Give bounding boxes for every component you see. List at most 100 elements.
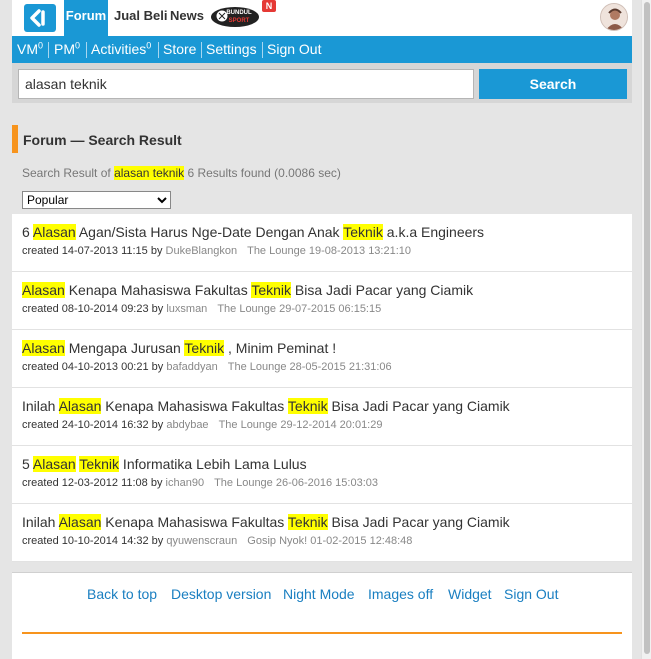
footer-link-desktop-version[interactable]: Desktop version (171, 586, 271, 602)
result-created: created 04-10-2013 00:21 by (22, 361, 164, 373)
title-accent-bar (12, 125, 18, 153)
result-title-link[interactable]: Inilah Alasan Kenapa Mahasiswa Fakultas … (22, 514, 510, 530)
result-meta: created 04-10-2013 00:21 by bafaddyan The… (22, 361, 392, 373)
summary-query: alasan teknik (114, 166, 185, 180)
summary-prefix: Search Result of (22, 166, 111, 180)
scrollbar-thumb[interactable] (644, 2, 650, 654)
result-forum-date[interactable]: The Lounge 29-12-2014 20:01:29 (219, 419, 383, 431)
result-row: Inilah Alasan Kenapa Mahasiswa Fakultas … (12, 504, 632, 562)
scrollbar[interactable] (641, 0, 651, 659)
title-text: , Minim Peminat ! (224, 340, 337, 356)
nav-vm-label: VM (17, 41, 38, 57)
summary-suffix: 6 Results found (0.0086 sec) (187, 166, 341, 180)
result-row: Inilah Alasan Kenapa Mahasiswa Fakultas … (12, 388, 632, 446)
title-text: Agan/Sista Harus Nge-Date Dengan Anak (75, 224, 344, 240)
nav-activities-label: Activities (91, 41, 147, 57)
nav-store[interactable]: Store (163, 36, 196, 63)
title-text: 5 (22, 456, 33, 472)
footer-link-night-mode[interactable]: Night Mode (283, 586, 355, 602)
search-input[interactable] (18, 69, 474, 99)
result-author-link[interactable]: bafaddyan (166, 361, 217, 373)
result-row: 6 Alasan Agan/Sista Harus Nge-Date Denga… (12, 214, 632, 272)
search-button[interactable]: Search (479, 69, 627, 99)
footer-link-images-off[interactable]: Images off (368, 586, 433, 602)
title-text: Bisa Jadi Pacar yang Ciamik (327, 398, 510, 414)
title-text: Kenapa Mahasiswa Fakultas (101, 514, 288, 530)
result-forum-date[interactable]: The Lounge 28-05-2015 21:31:06 (228, 361, 392, 373)
tab-jual-beli[interactable]: Jual Beli (114, 0, 167, 36)
result-forum-date[interactable]: The Lounge 19-08-2013 13:21:10 (247, 245, 411, 257)
nav-settings[interactable]: Settings (206, 36, 257, 63)
title-highlight: Teknik (287, 398, 328, 414)
new-badge: N (262, 0, 276, 12)
tab-forum[interactable]: Forum (64, 0, 108, 36)
result-title-link[interactable]: Inilah Alasan Kenapa Mahasiswa Fakultas … (22, 398, 510, 414)
title-highlight: Alasan (22, 340, 65, 356)
nav-vm-count: 0 (38, 40, 44, 51)
result-author-link[interactable]: qyuwenscraun (166, 535, 237, 547)
nav-vm[interactable]: VM0 (17, 36, 43, 63)
title-highlight: Alasan (32, 456, 76, 472)
result-forum-date[interactable]: The Lounge 29-07-2015 06:15:15 (217, 303, 381, 315)
title-text: Kenapa Mahasiswa Fakultas (101, 398, 288, 414)
results-header: Forum — Search Result Search Result of a… (12, 103, 632, 214)
result-created: created 10-10-2014 14:32 by (22, 535, 164, 547)
title-text: Inilah (22, 514, 59, 530)
footer-link-back-to-top[interactable]: Back to top (87, 586, 157, 602)
result-forum-date[interactable]: Gosip Nyok! 01-02-2015 12:48:48 (247, 535, 412, 547)
user-nav-bar: VM0 PM0 Activities0 Store Settings Sign … (12, 36, 632, 63)
nav-activities-count: 0 (146, 40, 152, 51)
page-frame: Forum Jual Beli News BUNDUL SPORT N VM0 … (0, 0, 641, 659)
tab-news[interactable]: News (170, 0, 204, 36)
result-row: 5 Alasan Teknik Informatika Lebih Lama L… (12, 446, 632, 504)
search-summary: Search Result of alasan teknik 6 Results… (22, 166, 341, 180)
result-title-link[interactable]: Alasan Mengapa Jurusan Teknik , Minim Pe… (22, 340, 336, 356)
result-created: created 24-10-2014 16:32 by (22, 419, 164, 431)
title-text: 6 (22, 224, 33, 240)
nav-pm[interactable]: PM0 (54, 36, 80, 63)
nav-divider (86, 42, 87, 58)
footer-link-sign-out[interactable]: Sign Out (504, 586, 558, 602)
nav-divider (158, 42, 159, 58)
title-text: Mengapa Jurusan (64, 340, 185, 356)
title-text: a.k.a Engineers (382, 224, 485, 240)
result-author-link[interactable]: DukeBlangkon (166, 245, 238, 257)
title-text: Bisa Jadi Pacar yang Ciamik (327, 514, 510, 530)
title-highlight: Teknik (251, 282, 292, 298)
top-header: Forum Jual Beli News BUNDUL SPORT N (12, 0, 632, 36)
footer-link-widget[interactable]: Widget (448, 586, 492, 602)
result-meta: created 14-07-2013 11:15 by DukeBlangkon… (22, 245, 411, 257)
footer-divider (22, 632, 622, 634)
title-highlight: Alasan (58, 398, 102, 414)
brand-banner-logo[interactable]: BUNDUL SPORT (209, 3, 261, 29)
result-author-link[interactable]: luxsman (166, 303, 207, 315)
user-avatar[interactable] (600, 3, 628, 31)
kaskus-logo-icon[interactable] (24, 4, 56, 32)
nav-sign-out[interactable]: Sign Out (267, 36, 321, 63)
result-meta: created 12-03-2012 11:08 by ichan90 The L… (22, 477, 378, 489)
nav-divider (262, 42, 263, 58)
result-meta: created 10-10-2014 14:32 by qyuwenscraun… (22, 535, 412, 547)
result-created: created 14-07-2013 11:15 by (22, 245, 163, 257)
title-text: Bisa Jadi Pacar yang Ciamik (291, 282, 474, 298)
title-highlight: Teknik (287, 514, 328, 530)
result-author-link[interactable]: ichan90 (166, 477, 205, 489)
result-title-link[interactable]: Alasan Kenapa Mahasiswa Fakultas Teknik … (22, 282, 473, 298)
svg-text:SPORT: SPORT (229, 18, 250, 24)
title-highlight: Teknik (184, 340, 225, 356)
result-title-link[interactable]: 5 Alasan Teknik Informatika Lebih Lama L… (22, 456, 307, 472)
nav-activities[interactable]: Activities0 (91, 36, 151, 63)
title-text: Inilah (22, 398, 59, 414)
title-highlight: Alasan (22, 282, 65, 298)
result-created: created 08-10-2014 09:23 by (22, 303, 164, 315)
results-list: 6 Alasan Agan/Sista Harus Nge-Date Denga… (12, 214, 632, 562)
title-highlight: Teknik (79, 456, 120, 472)
result-forum-date[interactable]: The Lounge 26-06-2016 15:03:03 (214, 477, 378, 489)
search-bar: Search (12, 63, 632, 103)
result-meta: created 08-10-2014 09:23 by luxsman The L… (22, 303, 381, 315)
nav-pm-count: 0 (75, 40, 81, 51)
result-title-link[interactable]: 6 Alasan Agan/Sista Harus Nge-Date Denga… (22, 224, 484, 240)
result-author-link[interactable]: abdybae (166, 419, 208, 431)
nav-divider (201, 42, 202, 58)
sort-select[interactable]: Popular (22, 191, 171, 209)
